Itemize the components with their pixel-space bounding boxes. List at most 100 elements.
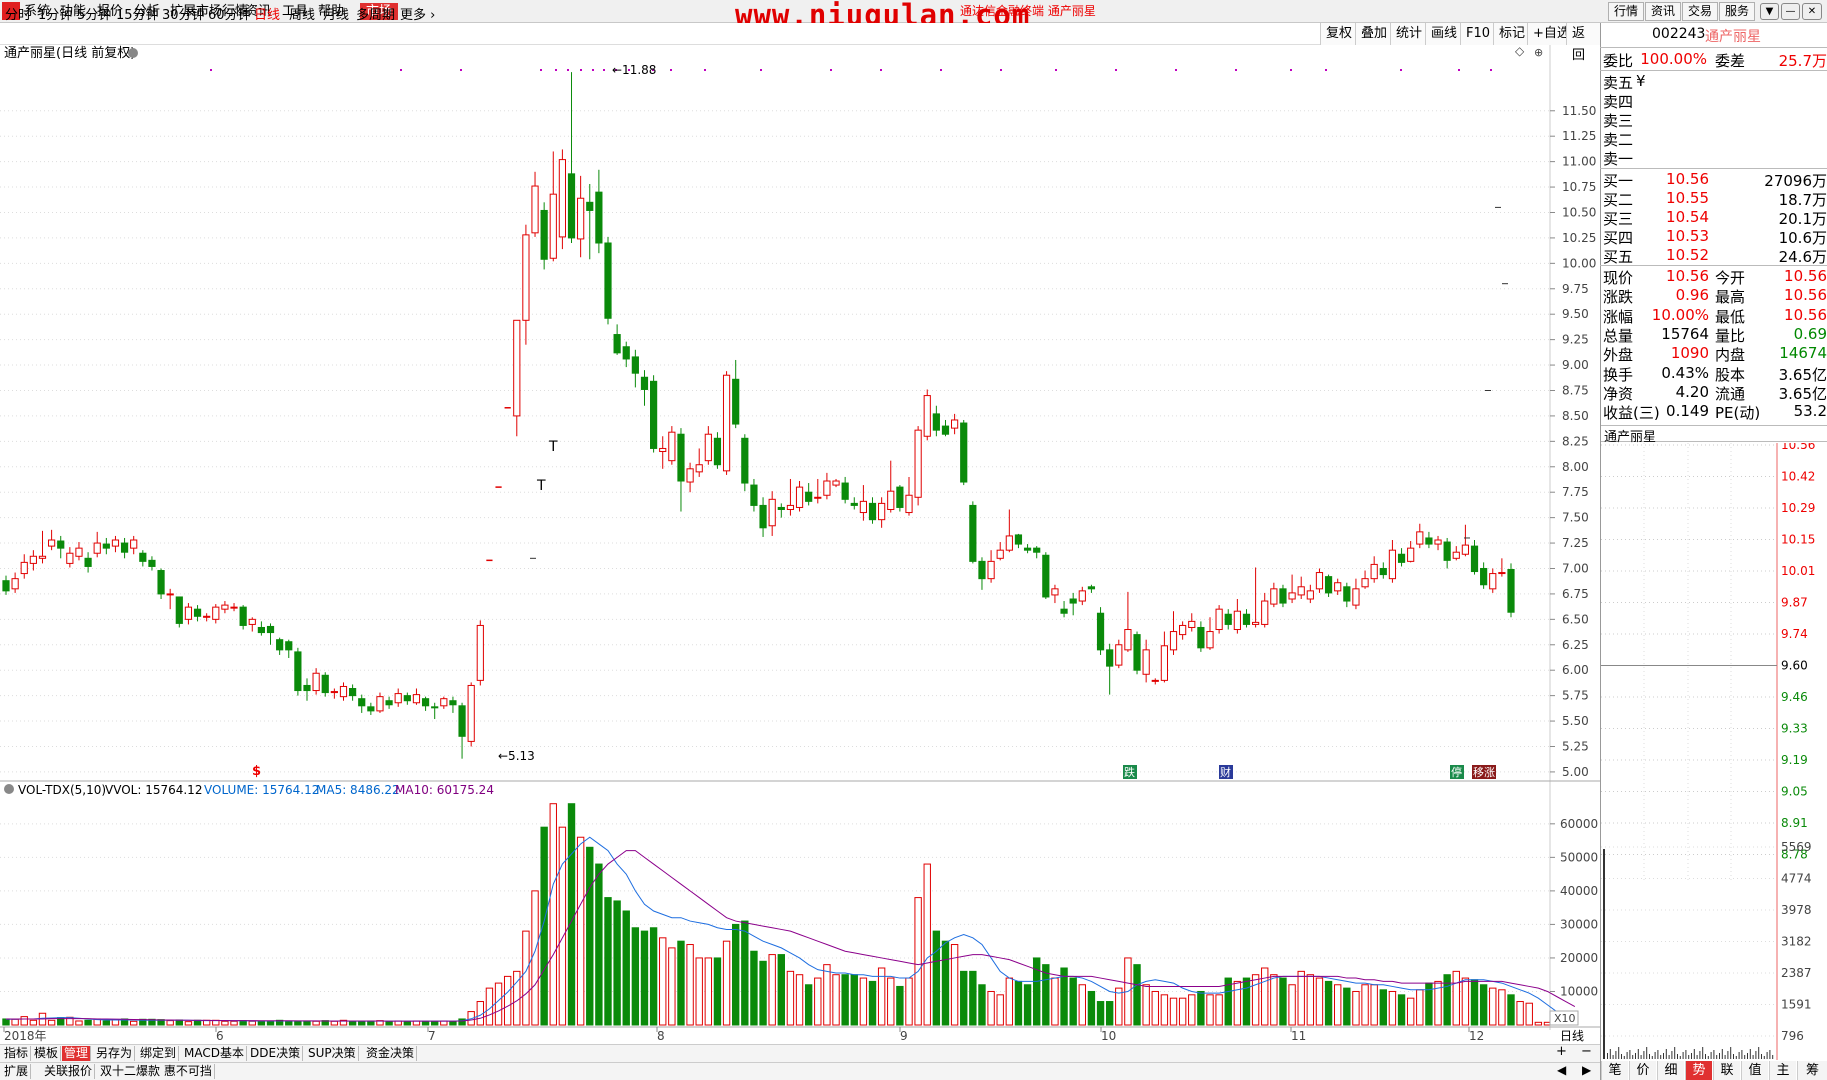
event-dot	[592, 69, 594, 71]
top-button-trade[interactable]: 交易	[1682, 2, 1718, 21]
mini-volume-bar	[1752, 1055, 1754, 1059]
tab-template[interactable]: 模板	[32, 1046, 62, 1061]
zoom-in-icon[interactable]: +	[1556, 1044, 1567, 1059]
volume-tick-label: 30000	[1560, 917, 1598, 931]
event-dot	[670, 69, 672, 71]
tab-macd[interactable]: MACD基本	[182, 1046, 247, 1061]
right-tab-main[interactable]: 主	[1769, 1061, 1796, 1080]
right-tab-price[interactable]: 价	[1629, 1061, 1656, 1080]
mini-volume-bar	[1609, 1049, 1611, 1059]
volume-bar	[230, 1020, 238, 1026]
toolbar-overlay[interactable]: 叠加	[1355, 23, 1393, 45]
tab-capital[interactable]: 资金决策	[364, 1046, 418, 1061]
mini-volume-bar	[1640, 1055, 1642, 1059]
minimize-icon[interactable]: —	[1781, 3, 1800, 20]
volume-bar	[896, 985, 904, 1026]
zoom-out-icon[interactable]: −	[1581, 1044, 1592, 1059]
tab-extend[interactable]: 扩展	[2, 1064, 32, 1079]
tab-dde[interactable]: DDE决策	[248, 1046, 304, 1061]
top-button-quotes[interactable]: 行情	[1608, 2, 1644, 21]
buy-row-4[interactable]: 买四 10.53 10.6万	[1600, 227, 1827, 247]
volume-bar	[84, 1019, 92, 1026]
right-tab-trend[interactable]: 势	[1685, 1061, 1712, 1080]
period-60min[interactable]: 60分钟	[208, 4, 251, 23]
period-multi[interactable]: 多周期	[356, 4, 395, 23]
toolbar-draw[interactable]: 画线	[1425, 23, 1463, 45]
candle-body	[978, 560, 986, 580]
tab-save-as[interactable]: 另存为	[94, 1046, 136, 1061]
intraday-mini-chart[interactable]: 10.56 10.42 10.29 10.15 10.01 9.87 9.74 9.60 9.4…	[1601, 443, 1827, 1060]
candle-body	[1434, 539, 1442, 545]
period-30min[interactable]: 30分钟	[162, 4, 205, 23]
close-icon[interactable]: ✕	[1802, 3, 1822, 20]
toolbar-f10[interactable]: F10	[1460, 23, 1496, 45]
right-tab-detail[interactable]: 细	[1657, 1061, 1684, 1080]
candle-body	[1142, 649, 1150, 675]
buy-row-5[interactable]: 买五 10.52 24.6万	[1600, 246, 1827, 266]
right-tab-chips[interactable]: 筹	[1797, 1061, 1827, 1080]
buy-row-2[interactable]: 买二 10.55 18.7万	[1600, 189, 1827, 209]
candle-body	[111, 539, 120, 547]
period-timeshare[interactable]: 分时	[5, 4, 31, 23]
stock-code: 002243	[1652, 26, 1706, 42]
kline-chart[interactable]: 通产丽星(日线 前复权) ◇ ⊕ 11.50 11.25 11.00 10.75 10.…	[0, 45, 1600, 1044]
mini-volume-bar	[1702, 1047, 1704, 1059]
price-tick-label: 10.25	[1562, 231, 1596, 245]
scroll-left-icon[interactable]: ◀	[1557, 1063, 1566, 1077]
candle-body	[732, 378, 740, 425]
candle-body	[257, 626, 265, 634]
tab-bind-to[interactable]: 绑定到	[138, 1046, 180, 1061]
candle-body	[1005, 535, 1013, 551]
period-1min[interactable]: 1分钟	[38, 4, 72, 23]
scroll-right-icon[interactable]: ▶	[1582, 1063, 1591, 1077]
date-label-jun: 6	[216, 1029, 224, 1043]
candle-body	[969, 504, 977, 562]
right-tab-bi[interactable]: 笔	[1601, 1061, 1628, 1080]
period-daily[interactable]: 日线	[254, 4, 280, 23]
period-5min[interactable]: 5分钟	[77, 4, 111, 23]
candle-body	[1470, 545, 1479, 573]
date-label-dec: 12	[1469, 1029, 1484, 1043]
toolbar-stats[interactable]: 统计	[1390, 23, 1428, 45]
right-tab-link[interactable]: 联	[1713, 1061, 1740, 1080]
candle-body	[321, 674, 329, 694]
volume-bar	[358, 1020, 366, 1026]
period-monthly[interactable]: 月线	[323, 4, 349, 23]
candle-body	[577, 197, 585, 240]
dropdown-icon[interactable]: ▼	[1760, 3, 1779, 20]
tab-sup[interactable]: SUP决策	[306, 1046, 359, 1061]
mini-volume-label: 2387	[1781, 966, 1812, 980]
mini-volume-bar	[1733, 1054, 1734, 1059]
tab-promo[interactable]: 双十二爆款 惠不可挡	[98, 1064, 215, 1079]
period-15min[interactable]: 15分钟	[116, 4, 159, 23]
bottom-toolbar-2	[0, 1062, 1600, 1080]
toolbar-back[interactable]: 返回	[1566, 23, 1600, 63]
candle-body	[677, 433, 685, 482]
period-more[interactable]: 更多 ›	[400, 4, 435, 23]
candle-body	[239, 606, 247, 626]
mini-volume-bar	[1721, 1049, 1723, 1059]
volume-bar	[1270, 974, 1278, 1026]
tab-indicator[interactable]: 指标	[2, 1046, 32, 1061]
candle-body	[777, 506, 785, 510]
price-tick-label: 9.25	[1562, 333, 1589, 347]
volume-bar	[1479, 984, 1488, 1026]
period-weekly[interactable]: 周线	[289, 4, 315, 23]
candle-body	[1188, 620, 1196, 628]
mini-volume-bar	[1763, 1056, 1765, 1059]
mini-volume-label: 4774	[1781, 872, 1812, 886]
toolbar-mark[interactable]: 标记	[1493, 23, 1531, 45]
buy-row-3[interactable]: 买三 10.54 20.1万	[1600, 208, 1827, 228]
candle-body	[513, 319, 521, 417]
sell-row-4: 卖四	[1603, 93, 1634, 111]
right-tab-value[interactable]: 值	[1741, 1061, 1768, 1080]
buy-row-1[interactable]: 买一 10.56 27096万	[1600, 170, 1827, 190]
tab-related-quote[interactable]: 关联报价	[42, 1064, 96, 1079]
volume-bar	[1160, 994, 1169, 1026]
tab-manage[interactable]: 管理	[62, 1046, 92, 1061]
top-button-service[interactable]: 服务	[1719, 2, 1755, 21]
toolbar-fuquan[interactable]: 复权	[1320, 23, 1358, 45]
candle-body	[120, 542, 129, 553]
top-button-news[interactable]: 资讯	[1645, 2, 1681, 21]
mini-volume-bar	[1668, 1055, 1670, 1059]
